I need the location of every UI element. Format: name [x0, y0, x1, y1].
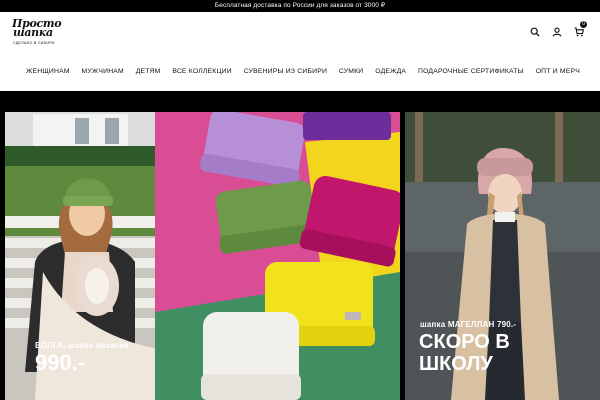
logo-line2: шапка [13, 26, 53, 39]
promo-text: Бесплатная доставка по России для заказо… [214, 2, 386, 9]
nav-item-kids[interactable]: ДЕТЯМ [136, 68, 161, 75]
nav-item-wholesale[interactable]: ОПТ И МЕРЧ [536, 68, 580, 75]
nav-item-women[interactable]: ЖЕНЩИНАМ [26, 68, 70, 75]
banner-right-headline-1: СКОРО В [419, 331, 510, 353]
user-icon[interactable] [552, 27, 562, 37]
logo-tagline: СДЕЛАНО В СИБИРИ [13, 41, 55, 45]
header-actions: 0 [530, 21, 587, 38]
hero-banner-school[interactable]: шапка МАГЕЛЛАН 790.- СКОРО В ШКОЛУ [405, 112, 600, 400]
main-nav: ЖЕНЩИНАМ МУЖЧИНАМ ДЕТЯМ ВСЕ КОЛЛЕКЦИИ СУ… [0, 62, 600, 80]
banner-right-caption: шапка МАГЕЛЛАН 790.- [420, 320, 517, 329]
search-icon[interactable] [530, 27, 540, 37]
banner-left-caption: ВОЛГА, шапка вязаная [35, 341, 129, 350]
banner-right-headline-2: ШКОЛУ [419, 353, 493, 375]
site-header: Просто шапка СДЕЛАНО В СИБИРИ 0 [0, 12, 600, 54]
promo-bar: Бесплатная доставка по России для заказо… [0, 0, 600, 12]
hero-banner-volga[interactable]: ВОЛГА, шапка вязаная 990.- [5, 112, 400, 400]
logo[interactable]: Просто шапка СДЕЛАНО В СИБИРИ [12, 18, 62, 48]
cart-icon[interactable]: 0 [574, 21, 587, 37]
banner-left-price: 990.- [35, 350, 86, 375]
nav-item-gift-cards[interactable]: ПОДАРОЧНЫЕ СЕРТИФИКАТЫ [418, 68, 524, 75]
nav-item-men[interactable]: МУЖЧИНАМ [82, 68, 124, 75]
nav-item-bags[interactable]: СУМКИ [339, 68, 364, 75]
nav-item-souvenirs[interactable]: СУВЕНИРЫ ИЗ СИБИРИ [244, 68, 327, 75]
nav-item-collections[interactable]: ВСЕ КОЛЛЕКЦИИ [172, 68, 232, 75]
nav-item-clothing[interactable]: ОДЕЖДА [375, 68, 406, 75]
cart-count-badge: 0 [580, 21, 587, 28]
